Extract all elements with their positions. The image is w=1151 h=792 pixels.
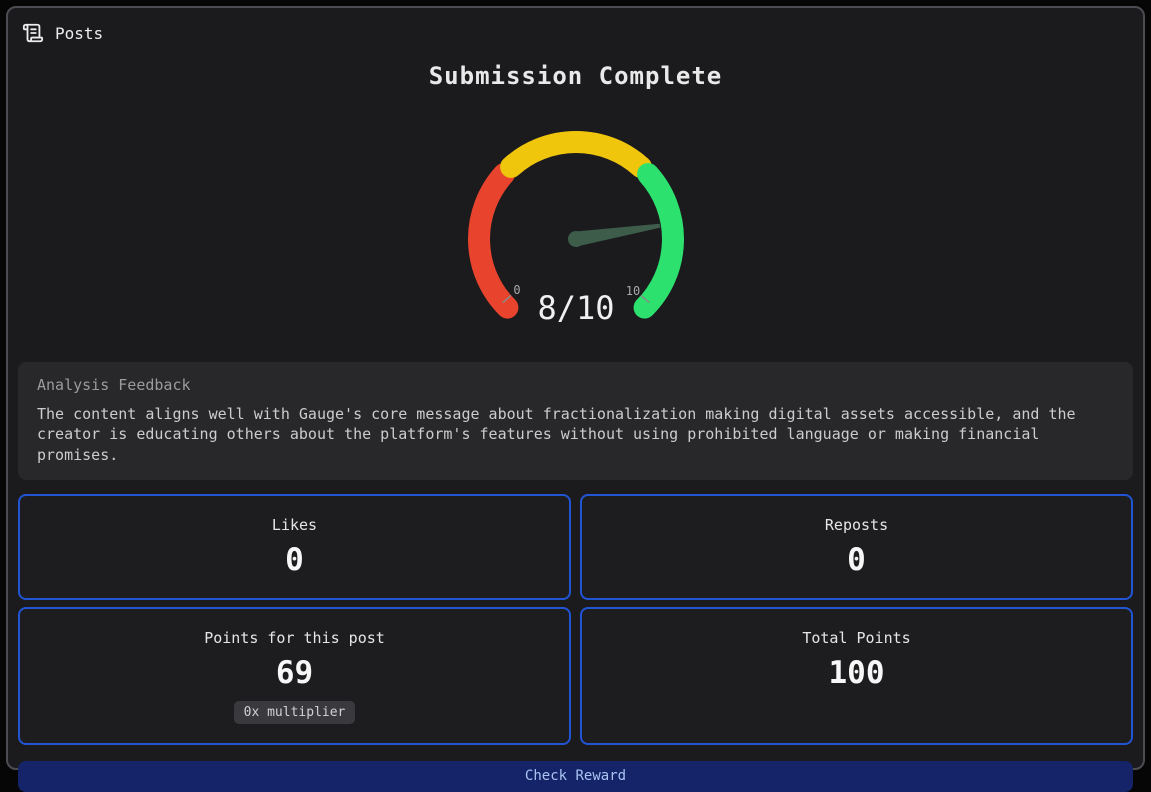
gauge-value-label: 8/10 — [537, 289, 614, 325]
header: Posts — [22, 22, 1133, 44]
feedback-title: Analysis Feedback — [37, 376, 1114, 394]
stat-card-total-points: Total Points 100 — [580, 607, 1133, 745]
stat-card-reposts: Reposts 0 — [580, 494, 1133, 600]
stat-card-likes: Likes 0 — [18, 494, 571, 600]
check-reward-button[interactable]: Check Reward — [18, 761, 1133, 792]
main-window: Posts Submission Complete 0 10 8/10 Anal… — [6, 6, 1145, 770]
stat-value: 69 — [28, 654, 561, 692]
gauge-max-label: 10 — [625, 284, 639, 298]
score-gauge: 0 10 8/10 — [456, 129, 696, 325]
feedback-body: The content aligns well with Gauge's cor… — [37, 404, 1114, 465]
stat-label: Points for this post — [28, 628, 561, 649]
header-title: Posts — [55, 24, 103, 43]
stat-value: 100 — [590, 654, 1123, 692]
stat-value: 0 — [590, 541, 1123, 579]
stat-label: Total Points — [590, 628, 1123, 649]
stat-value: 0 — [28, 541, 561, 579]
analysis-feedback-panel: Analysis Feedback The content aligns wel… — [18, 362, 1133, 480]
multiplier-badge: 0x multiplier — [234, 701, 356, 724]
scroll-icon — [22, 22, 44, 44]
gauge-arc-green — [644, 174, 672, 307]
stats-grid: Likes 0 Reposts 0 Points for this post 6… — [18, 494, 1133, 745]
stat-label: Likes — [28, 515, 561, 536]
gauge-min-label: 0 — [513, 283, 520, 297]
gauge-arc-red — [479, 174, 507, 307]
stat-card-post-points: Points for this post 69 0x multiplier — [18, 607, 571, 745]
gauge-needle — [566, 218, 660, 248]
gauge-arc-yellow — [511, 142, 641, 167]
gauge-svg: 0 10 8/10 — [456, 129, 696, 325]
stat-label: Reposts — [590, 515, 1123, 536]
page-title: Submission Complete — [18, 62, 1133, 90]
